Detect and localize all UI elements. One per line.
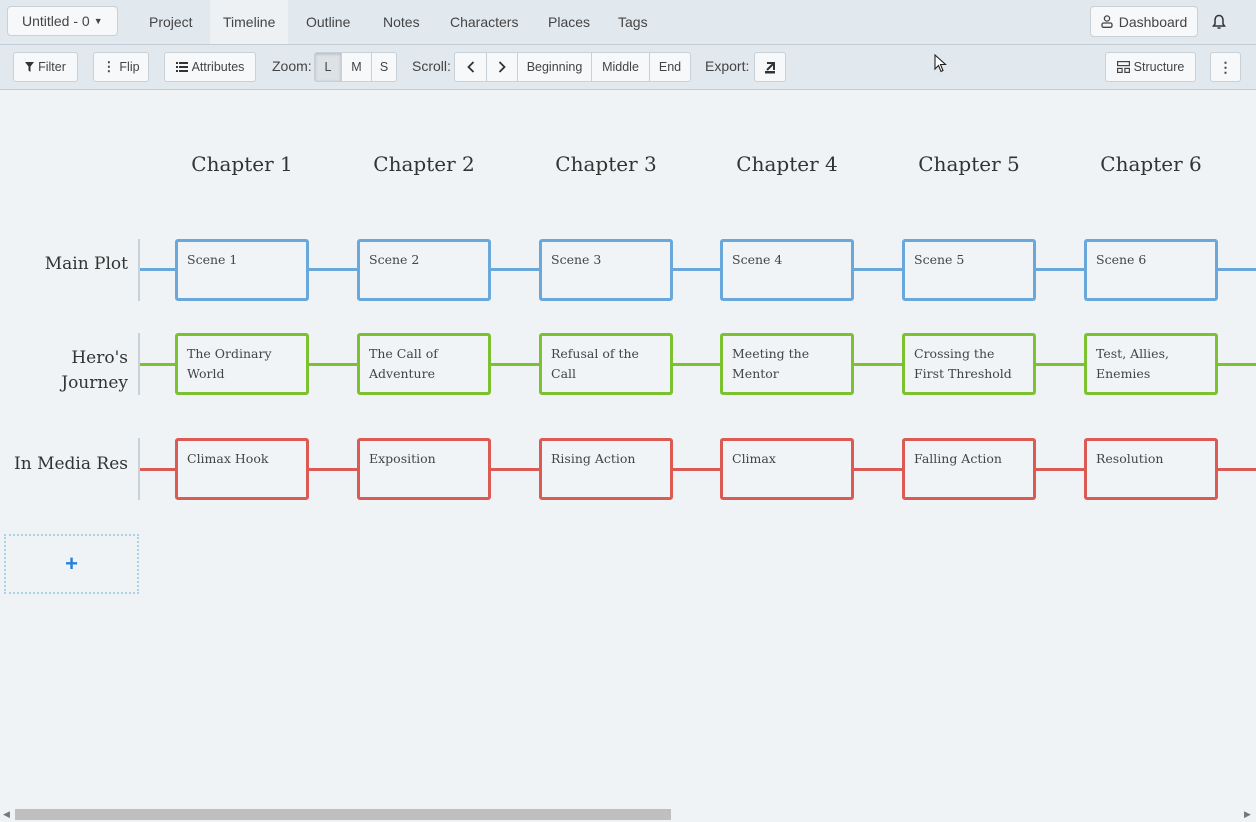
plotline-label[interactable]: Main Plot [45, 252, 128, 277]
chevron-left-icon [466, 61, 474, 73]
chapter-header[interactable]: Chapter 5 [902, 152, 1036, 176]
scene-card[interactable]: Exposition [357, 438, 491, 500]
mouse-cursor-icon [934, 54, 947, 73]
scene-card[interactable]: Meeting the Mentor [720, 333, 854, 395]
chapter-header[interactable]: Chapter 3 [539, 152, 673, 176]
tab-characters[interactable]: Characters [437, 0, 531, 44]
dashboard-label: Dashboard [1118, 13, 1188, 30]
timeline-toolbar: Filter ⋮ Flip Attributes Zoom: L M S Scr… [0, 45, 1256, 90]
chapter-header[interactable]: Chapter 4 [720, 152, 854, 176]
scene-card[interactable]: Crossing the First Threshold [902, 333, 1036, 395]
scene-card[interactable]: Resolution [1084, 438, 1218, 500]
scroll-end-button[interactable]: End [650, 53, 690, 81]
list-icon [175, 62, 188, 72]
zoom-group: L M S [314, 52, 397, 82]
tab-places[interactable]: Places [535, 0, 603, 44]
chapter-header[interactable]: Chapter 1 [175, 152, 309, 176]
add-plotline-button[interactable]: + [4, 534, 139, 594]
tab-project[interactable]: Project [136, 0, 206, 44]
scene-card[interactable]: Scene 4 [720, 239, 854, 301]
dashboard-button[interactable]: Dashboard [1090, 6, 1198, 37]
scroll-left-arrow-icon[interactable]: ◀ [3, 809, 10, 820]
scene-card[interactable]: Scene 6 [1084, 239, 1218, 301]
zoom-large-button[interactable]: L [315, 53, 342, 81]
plus-icon: + [65, 551, 78, 576]
filter-label: Filter [38, 60, 66, 74]
attributes-label: Attributes [191, 60, 245, 74]
export-icon [765, 61, 775, 73]
scroll-middle-button[interactable]: Middle [592, 53, 650, 81]
filter-button[interactable]: Filter [13, 52, 78, 82]
tab-tags[interactable]: Tags [605, 0, 661, 44]
structure-button[interactable]: Structure [1105, 52, 1196, 82]
filter-icon [25, 62, 35, 72]
tab-timeline[interactable]: Timeline [210, 0, 289, 44]
structure-label: Structure [1133, 60, 1185, 74]
caret-down-icon: ▼ [93, 16, 103, 26]
export-label: Export: [705, 58, 750, 74]
flip-label: Flip [119, 60, 140, 74]
export-button[interactable] [754, 52, 786, 82]
scene-card[interactable]: Scene 5 [902, 239, 1036, 301]
bell-icon[interactable] [1210, 13, 1228, 31]
flip-button[interactable]: ⋮ Flip [93, 52, 149, 82]
timeline-canvas[interactable]: Chapter 1 Chapter 2 Chapter 3 Chapter 4 … [0, 90, 1256, 806]
chevron-right-icon [498, 61, 506, 73]
scene-card[interactable]: Scene 2 [357, 239, 491, 301]
chapter-header[interactable]: Chapter 2 [357, 152, 491, 176]
zoom-small-button[interactable]: S [372, 53, 396, 81]
scroll-right-button[interactable] [487, 53, 518, 81]
tab-notes[interactable]: Notes [370, 0, 433, 44]
scene-card[interactable]: Refusal of the Call [539, 333, 673, 395]
more-options-button[interactable]: ⋮ [1210, 52, 1241, 82]
structure-icon [1116, 61, 1130, 73]
scene-card[interactable]: The Ordinary World [175, 333, 309, 395]
project-dropdown[interactable]: Untitled - 0 ▼ [7, 6, 118, 36]
scroll-right-arrow-icon[interactable]: ▶ [1244, 809, 1251, 820]
top-nav: Untitled - 0 ▼ Project Timeline Outline … [0, 0, 1256, 45]
scene-card[interactable]: Falling Action [902, 438, 1036, 500]
horizontal-scrollbar[interactable]: ◀ ▶ [0, 806, 1256, 822]
chapter-header[interactable]: Chapter 6 [1084, 152, 1218, 176]
scroll-label: Scroll: [412, 58, 451, 74]
scene-card[interactable]: Test, Allies, Enemies [1084, 333, 1218, 395]
zoom-medium-button[interactable]: M [342, 53, 372, 81]
vertical-dots-icon: ⋮ [102, 59, 116, 74]
scene-card[interactable]: The Call of Adventure [357, 333, 491, 395]
vertical-dots-icon: ⋮ [1218, 58, 1233, 75]
user-icon [1101, 15, 1113, 28]
scene-card[interactable]: Climax [720, 438, 854, 500]
attributes-button[interactable]: Attributes [164, 52, 256, 82]
scene-card[interactable]: Climax Hook [175, 438, 309, 500]
plotline-label[interactable]: In Media Res [14, 452, 128, 477]
tab-outline[interactable]: Outline [293, 0, 363, 44]
scroll-beginning-button[interactable]: Beginning [518, 53, 592, 81]
scroll-left-button[interactable] [455, 53, 487, 81]
project-title: Untitled - 0 [22, 13, 90, 29]
scene-card[interactable]: Scene 3 [539, 239, 673, 301]
scroll-group: Beginning Middle End [454, 52, 691, 82]
scene-card[interactable]: Scene 1 [175, 239, 309, 301]
scrollbar-thumb[interactable] [15, 809, 671, 820]
scene-card[interactable]: Rising Action [539, 438, 673, 500]
plotline-label[interactable]: Hero's Journey [8, 346, 128, 396]
zoom-label: Zoom: [272, 58, 312, 74]
